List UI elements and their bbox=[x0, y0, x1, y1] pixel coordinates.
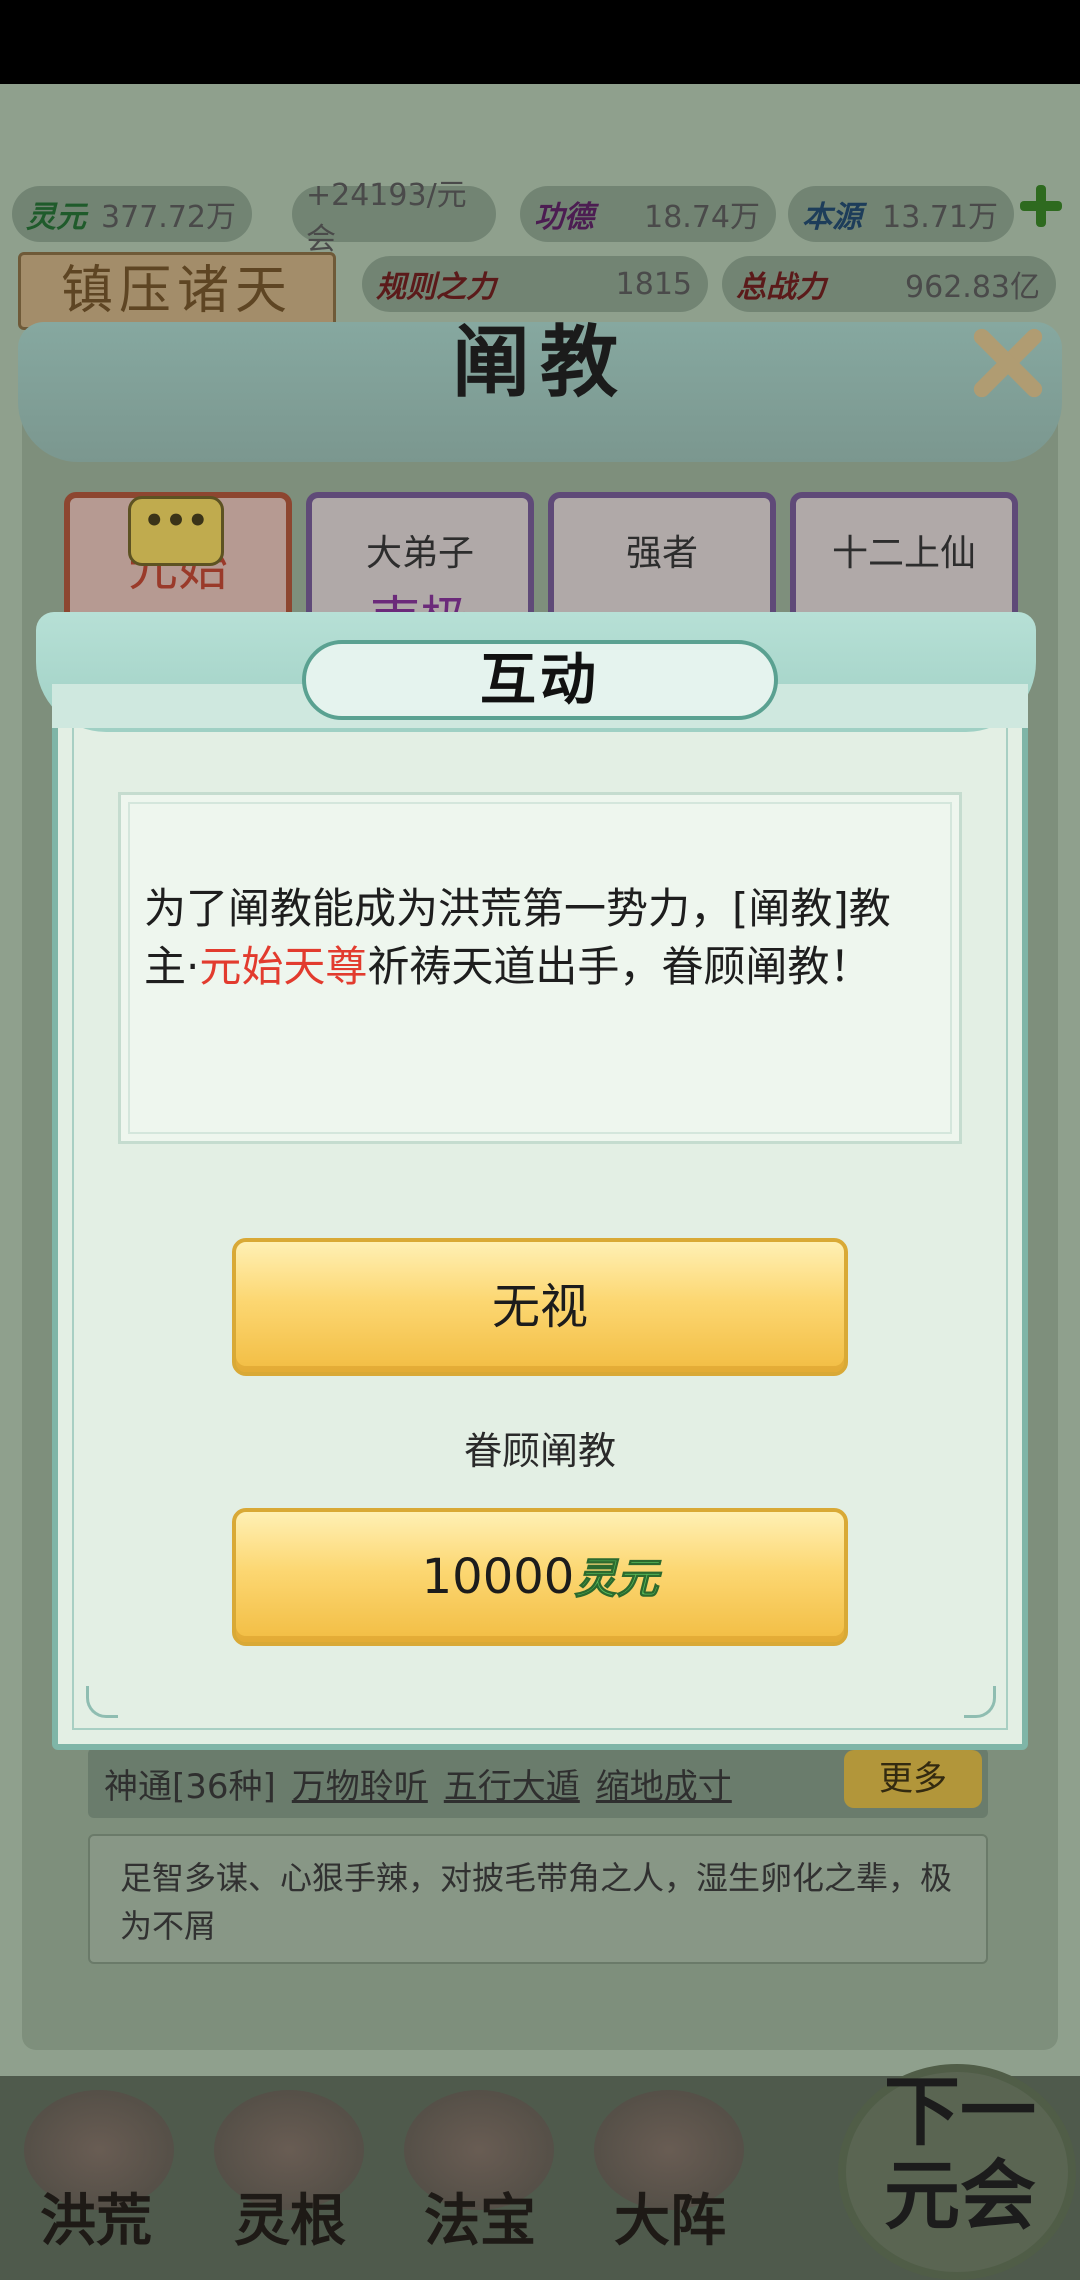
next-era-label: 下一元会 bbox=[884, 2067, 1036, 2240]
nav-honghuang[interactable]: 洪荒 bbox=[40, 2176, 152, 2257]
resource-lingyuan: 灵元 377.72万 bbox=[12, 186, 252, 242]
member-role: 大弟子 bbox=[365, 533, 474, 574]
more-skills-button[interactable]: 更多 bbox=[844, 1750, 982, 1808]
option-label: 眷顾阐教 bbox=[463, 1429, 616, 1473]
currency-label: 灵元 bbox=[574, 1554, 659, 1604]
bless-pay-button[interactable]: 10000灵元 bbox=[232, 1508, 848, 1646]
resource-value: 13.71万 bbox=[882, 200, 998, 235]
ignore-button[interactable]: 无视 bbox=[232, 1238, 848, 1376]
resource-zongzhanli: 总战力 962.83亿 bbox=[722, 256, 1056, 312]
resource-label: 本源 bbox=[802, 200, 862, 235]
resource-label: 总战力 bbox=[736, 270, 826, 305]
status-bar bbox=[0, 0, 1080, 84]
member-card-twelve[interactable]: 十二上仙 bbox=[790, 492, 1018, 632]
message-text: 祈祷天道出手，眷顾阐教！ bbox=[367, 942, 872, 991]
sect-title: 阐教 bbox=[451, 317, 628, 408]
chat-bubble-icon[interactable]: ••• bbox=[128, 496, 224, 566]
skill-link[interactable]: 五行大遁 bbox=[444, 1759, 580, 1808]
resource-label: 功德 bbox=[534, 200, 594, 235]
resource-gongde: 功德 18.74万 bbox=[520, 186, 776, 242]
nav-dazhen[interactable]: 大阵 bbox=[614, 2176, 726, 2257]
skill-link[interactable]: 万物聆听 bbox=[292, 1759, 428, 1808]
resource-value: 962.83亿 bbox=[905, 270, 1040, 305]
message-highlight: 元始天尊 bbox=[199, 942, 368, 991]
add-resource-icon[interactable] bbox=[1018, 183, 1064, 229]
nav-fabao[interactable]: 法宝 bbox=[424, 2176, 536, 2257]
zhenya-zhutian-button[interactable]: 镇压诸天 bbox=[18, 252, 336, 330]
member-card-disciple[interactable]: 大弟子 南极 bbox=[306, 492, 534, 649]
resource-benyuan: 本源 13.71万 bbox=[788, 186, 1014, 242]
resource-value: +24193/元会 bbox=[306, 178, 467, 257]
sect-description: 足智多谋、心狠手辣，对披毛带角之人，湿生卵化之辈，极为不屑 bbox=[88, 1834, 988, 1964]
resource-label: 灵元 bbox=[26, 200, 86, 235]
close-icon[interactable] bbox=[962, 318, 1052, 408]
nav-linggen[interactable]: 灵根 bbox=[234, 2176, 346, 2257]
member-card-strong[interactable]: 强者 bbox=[548, 492, 776, 632]
resource-rate: +24193/元会 bbox=[292, 178, 496, 257]
resource-value: 18.74万 bbox=[644, 200, 760, 235]
resource-value: 377.72万 bbox=[101, 200, 236, 235]
skill-link[interactable]: 缩地成寸 bbox=[596, 1759, 732, 1808]
member-role: 十二上仙 bbox=[831, 533, 976, 574]
pay-amount: 10000 bbox=[421, 1549, 575, 1605]
member-role: 强者 bbox=[625, 533, 698, 574]
dialog-message: 为了阐教能成为洪荒第一势力，[阐教]教主·元始天尊祈祷天道出手，眷顾阐教！ bbox=[144, 880, 924, 996]
resource-value: 1815 bbox=[615, 266, 692, 302]
dialog-title: 互动 bbox=[302, 640, 778, 720]
skills-label: 神通[36种] bbox=[104, 1766, 276, 1807]
